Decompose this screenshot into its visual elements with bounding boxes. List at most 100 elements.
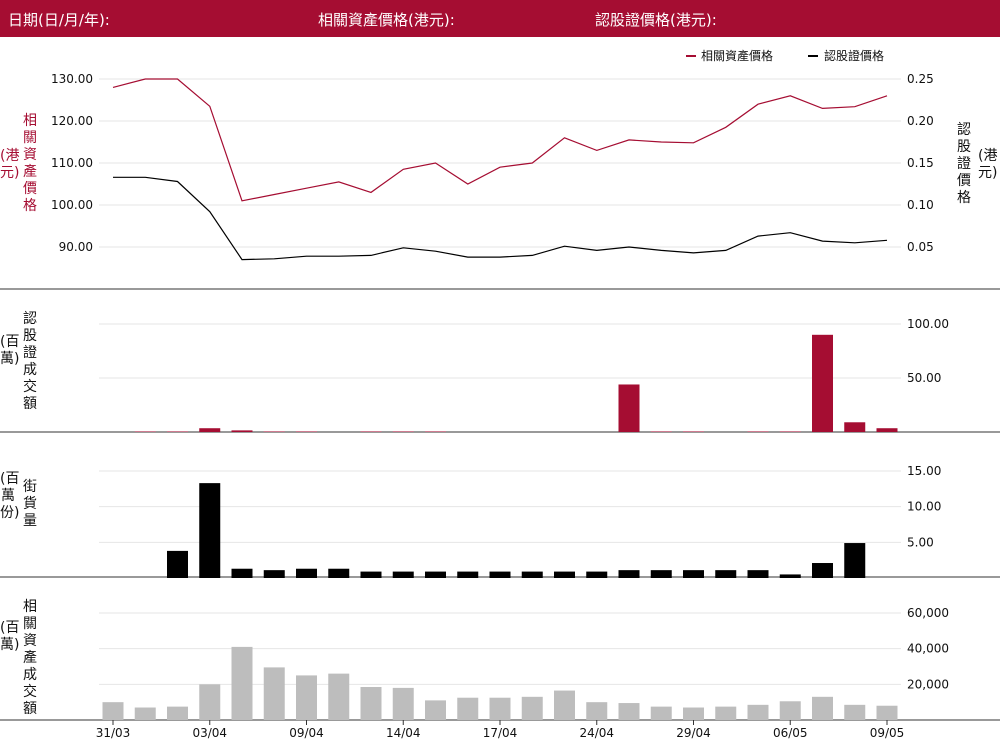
turnover-bar bbox=[231, 430, 253, 432]
price-left-tick-label: 100.00 bbox=[51, 198, 93, 212]
x-tick-label: 17/04 bbox=[483, 726, 518, 740]
underlying-turnover-tick-label: 40,000 bbox=[907, 642, 949, 656]
underlying-turnover-bar bbox=[489, 697, 511, 720]
price-left-tick-label: 90.00 bbox=[59, 240, 93, 254]
turnover-tick-label: 100.00 bbox=[907, 317, 949, 331]
underlying-turnover-bar bbox=[167, 706, 188, 720]
outstanding-bar bbox=[489, 571, 511, 578]
underlying-turnover-bar bbox=[554, 690, 575, 720]
outstanding-bar bbox=[586, 571, 608, 578]
turnover-bar bbox=[296, 431, 317, 432]
price-left-unit: (港元) bbox=[0, 148, 20, 181]
outstanding-bar bbox=[167, 550, 188, 578]
outstanding-bar bbox=[747, 570, 769, 578]
price-left-tick-label: 130.00 bbox=[51, 72, 93, 86]
outstanding-bar bbox=[554, 571, 575, 578]
outstanding-tick-label: 15.00 bbox=[907, 464, 941, 478]
underlying-turnover-bar bbox=[747, 704, 769, 720]
underlying-turnover-bar bbox=[425, 700, 446, 720]
outstanding-axis-label: 街貨量 bbox=[23, 479, 37, 529]
x-tick-label: 14/04 bbox=[386, 726, 421, 740]
underlying-turnover-bar bbox=[457, 697, 479, 720]
warrant-price-label: 認股證價格(港元): bbox=[595, 11, 717, 29]
outstanding-bar bbox=[296, 568, 317, 578]
turnover-bar bbox=[683, 431, 704, 432]
underlying-turnover-bar bbox=[521, 696, 543, 720]
underlying-turnover-bar bbox=[134, 707, 156, 720]
underlying-turnover-bar bbox=[683, 707, 704, 720]
underlying-price-label: 相關資產價格(港元): bbox=[318, 11, 455, 29]
turnover-unit: (百萬) bbox=[0, 334, 20, 367]
outstanding-bar bbox=[360, 571, 382, 578]
turnover-bar bbox=[392, 431, 414, 432]
legend-warrant-label: 認股證價格 bbox=[824, 48, 884, 63]
outstanding-bar bbox=[844, 543, 866, 578]
outstanding-tick-label: 5.00 bbox=[907, 535, 934, 549]
underlying-turnover-bar bbox=[392, 687, 414, 720]
underlying-turnover-bar bbox=[715, 706, 737, 720]
underlying-turnover-bar bbox=[650, 706, 672, 720]
underlying-turnover-tick-label: 60,000 bbox=[907, 606, 949, 620]
underlying-turnover-bar bbox=[586, 702, 608, 720]
turnover-bar bbox=[650, 431, 672, 432]
turnover-axis-label: 認股證成交額 bbox=[23, 311, 37, 412]
price-right-axis-label: 認股證價格 bbox=[957, 122, 971, 206]
outstanding-bar bbox=[457, 571, 479, 578]
turnover-bar bbox=[876, 428, 898, 432]
date-label: 日期(日/月/年): bbox=[8, 11, 110, 29]
x-tick-label: 09/05 bbox=[870, 726, 905, 740]
outstanding-bar bbox=[425, 571, 446, 578]
underlying-turnover-bar bbox=[844, 704, 866, 720]
underlying-price-line bbox=[112, 78, 888, 202]
price-left-tick-label: 120.00 bbox=[51, 114, 93, 128]
x-tick-label: 06/05 bbox=[773, 726, 808, 740]
turnover-bar bbox=[844, 422, 866, 432]
underlying-turnover-axis-label: 相關資產成交額 bbox=[23, 599, 37, 717]
outstanding-bar bbox=[231, 568, 253, 578]
outstanding-bar bbox=[328, 568, 350, 578]
turnover-bar bbox=[425, 431, 446, 432]
x-tick-label: 31/03 bbox=[96, 726, 131, 740]
price-left-tick-label: 110.00 bbox=[51, 156, 93, 170]
underlying-turnover-bar bbox=[263, 667, 285, 720]
underlying-turnover-unit: (百萬) bbox=[0, 620, 20, 653]
legend-underlying-label: 相關資產價格 bbox=[701, 48, 773, 63]
outstanding-bar bbox=[650, 570, 672, 578]
underlying-turnover-bar bbox=[328, 673, 350, 720]
x-tick-label: 09/04 bbox=[289, 726, 324, 740]
x-tick-label: 24/04 bbox=[579, 726, 614, 740]
underlying-turnover-tick-label: 20,000 bbox=[907, 677, 949, 691]
turnover-bar bbox=[618, 384, 640, 432]
outstanding-unit: (百萬份) bbox=[0, 471, 20, 521]
outstanding-tick-label: 10.00 bbox=[907, 500, 941, 514]
turnover-bar bbox=[812, 334, 833, 432]
price-right-unit: (港元) bbox=[978, 148, 998, 181]
price-right-tick-label: 0.15 bbox=[907, 156, 934, 170]
turnover-bar bbox=[263, 431, 285, 432]
header-bar: 日期(日/月/年): 相關資產價格(港元): 認股證價格(港元): bbox=[0, 0, 1000, 37]
underlying-turnover-bar bbox=[102, 702, 124, 720]
turnover-bar bbox=[134, 431, 156, 432]
turnover-bar bbox=[199, 428, 221, 432]
outstanding-bar bbox=[779, 574, 801, 578]
underlying-turnover-bar bbox=[296, 675, 317, 720]
turnover-tick-label: 50.00 bbox=[907, 371, 941, 385]
underlying-turnover-bar bbox=[876, 705, 898, 720]
price-right-tick-label: 0.05 bbox=[907, 240, 934, 254]
outstanding-bar bbox=[521, 571, 543, 578]
chart-area: 90.00 100.00 110.00 120.00 130.00 0.05 0.10 0.1… bbox=[0, 48, 1000, 740]
outstanding-bar bbox=[683, 570, 704, 578]
x-tick-label: 03/04 bbox=[192, 726, 227, 740]
turnover-bar bbox=[360, 431, 382, 432]
price-right-tick-label: 0.25 bbox=[907, 72, 934, 86]
outstanding-bar bbox=[199, 483, 221, 578]
price-right-tick-label: 0.10 bbox=[907, 198, 934, 212]
x-tick-label: 29/04 bbox=[676, 726, 711, 740]
underlying-turnover-bar bbox=[812, 696, 833, 720]
underlying-turnover-bar bbox=[199, 684, 221, 720]
underlying-turnover-bar bbox=[231, 646, 253, 720]
price-left-axis-label: 相關資產價格 bbox=[23, 113, 37, 214]
outstanding-bar bbox=[263, 570, 285, 578]
turnover-bar bbox=[779, 431, 801, 432]
turnover-bar bbox=[167, 431, 188, 432]
